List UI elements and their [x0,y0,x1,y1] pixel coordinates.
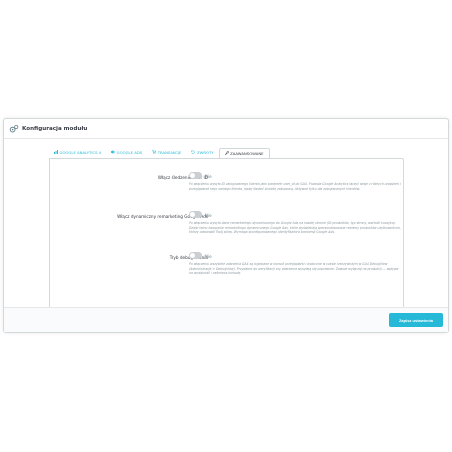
save-settings-button[interactable]: Zapisz ustawienia [389,313,443,327]
module-config-panel: Konfiguracja modułu GOOGLE ANALYTICS 4 G… [3,118,449,333]
toggle-knob [190,173,195,178]
cart-icon [152,150,157,155]
tab-transakcje[interactable]: TRANSAKCJE [147,147,186,158]
toggle-knob [190,212,195,217]
toggle-state-text: Nie [205,253,212,259]
toggle-knob [190,253,195,258]
panel-heading: Konfiguracja modułu [4,119,448,139]
setting-help-text: Po włączeniu wysyła dane remarketingu dy… [189,221,401,235]
tab-google-analytics-4[interactable]: GOOGLE ANALYTICS 4 [49,147,106,158]
tab-zwroty[interactable]: ZWROTY [186,147,218,158]
tab-label: ZWROTY [196,150,214,155]
user-id-toggle[interactable] [189,172,202,179]
tab-label: GOOGLE ADS [116,150,143,155]
debug-toggle[interactable] [189,252,202,259]
gears-icon [9,124,19,134]
wrench-icon [224,151,229,156]
tab-label: ZAAWANSOWANE [230,151,264,156]
panel-title: Konfiguracja modułu [22,125,88,132]
advanced-settings-form: Włącz śledzenie User ID Nie Po włączeniu… [49,158,404,312]
panel-footer: Zapisz ustawienia [4,307,448,332]
bullhorn-icon [111,150,116,155]
tab-google-ads[interactable]: GOOGLE ADS [106,147,147,158]
setting-help-text: Po włączeniu wysyła ID zalogowanego klie… [189,182,401,191]
remarketing-toggle[interactable] [189,211,202,218]
chart-icon [54,150,58,155]
toggle-state-text: Nie [205,173,212,179]
tab-label: GOOGLE ANALYTICS 4 [59,150,102,155]
tab-bar: GOOGLE ANALYTICS 4 GOOGLE ADS TRANSAKCJE… [49,147,270,159]
tab-label: TRANSAKCJE [157,150,182,155]
setting-help-text: Po włączeniu wszystkie zdarzenia GA4 są … [189,262,399,276]
undo-icon [191,150,196,155]
toggle-state-text: Nie [205,212,212,218]
